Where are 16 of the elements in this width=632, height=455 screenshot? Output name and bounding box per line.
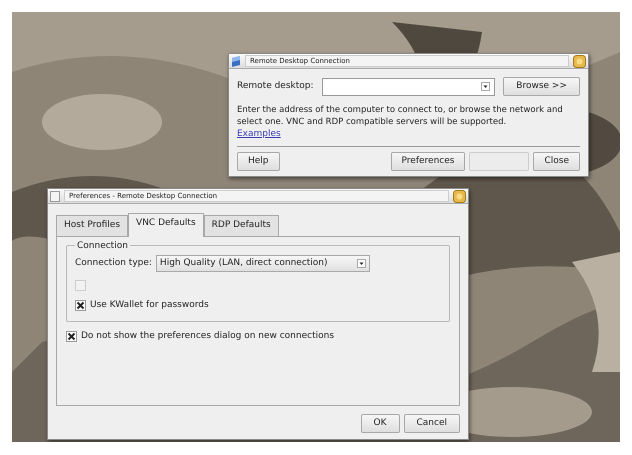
browse-button[interactable]: Browse >> xyxy=(503,77,580,96)
close-button[interactable]: Close xyxy=(533,152,580,170)
help-button[interactable]: Help xyxy=(237,152,280,170)
ok-button[interactable]: OK xyxy=(360,414,400,432)
tab[interactable]: VNC Defaults xyxy=(128,213,204,236)
tab[interactable]: Host Profiles xyxy=(56,215,128,236)
checkbox-label: Use KWallet for passwords xyxy=(90,299,209,312)
description-text: Enter the address of the computer to connect to, or browse the network and select one. VNC and RDP compatible servers will be supported. xyxy=(237,104,564,128)
tab[interactable]: RDP Defaults xyxy=(204,215,279,236)
connection-type-dropdown[interactable]: High Quality (LAN, direct connection) xyxy=(156,255,370,272)
field-label: Connection type: xyxy=(75,256,152,270)
cancel-button[interactable]: Cancel xyxy=(404,414,460,432)
checkbox-label: Do not show the preferences dialog on new connections xyxy=(81,330,334,342)
examples-link[interactable]: Examples xyxy=(237,129,281,139)
preferences-button[interactable]: Preferences xyxy=(390,152,466,170)
field-label: Remote desktop: xyxy=(237,80,314,93)
